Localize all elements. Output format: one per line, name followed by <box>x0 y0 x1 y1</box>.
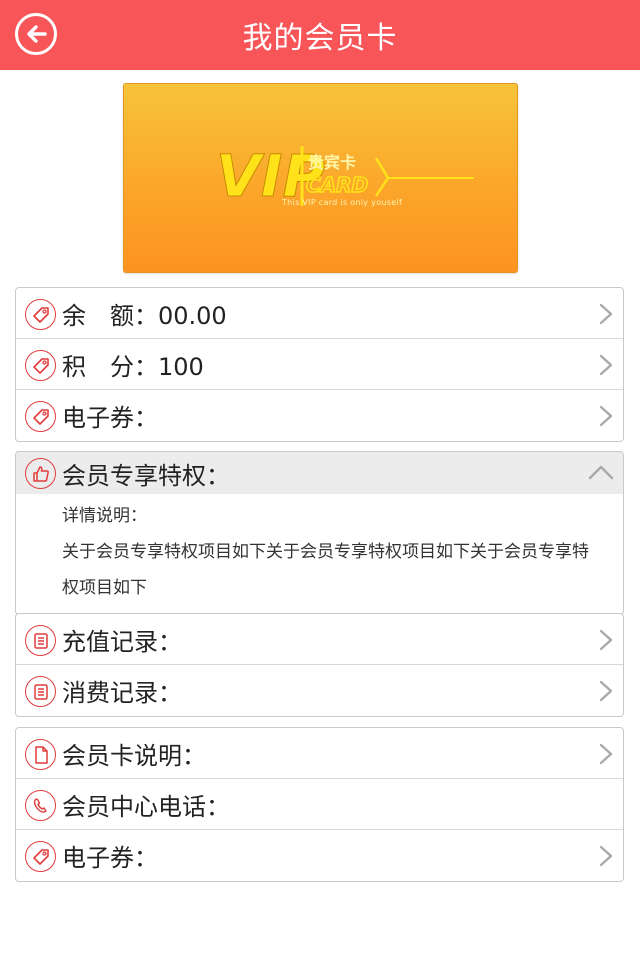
card-description-row[interactable]: 会员卡说明： <box>16 728 623 779</box>
chevron-right-icon <box>599 354 613 376</box>
chevron-right-icon <box>599 743 613 765</box>
privileges-details: 详情说明： 关于会员专享特权项目如下关于会员专享特权项目如下关于会员专享特权项目… <box>16 494 623 614</box>
member-phone-label: 会员中心电话： <box>62 792 230 821</box>
tag-icon <box>25 401 56 432</box>
phone-icon <box>25 790 56 821</box>
page-title: 我的会员卡 <box>242 21 398 56</box>
back-arrow-icon <box>27 25 47 43</box>
vip-card-caption: This VIP card is only youself <box>282 198 403 207</box>
details-label: 详情说明： <box>62 506 147 526</box>
info-coupon-row[interactable]: 电子券： <box>16 830 623 881</box>
details-text: 关于会员专享特权项目如下关于会员专享特权项目如下关于会员专享特权项目如下 <box>62 542 589 598</box>
account-group: 余 额：00.00 积 分：100 电子券： <box>15 287 624 442</box>
vip-badge-text: 贵宾卡 <box>308 153 356 172</box>
card-description-label: 会员卡说明： <box>62 741 206 770</box>
privileges-header[interactable]: 会员专享特权： <box>16 452 623 494</box>
privileges-title: 会员专享特权： <box>62 461 230 490</box>
top-bar: 我的会员卡 <box>0 0 640 70</box>
coupon-row[interactable]: 电子券： <box>16 390 623 441</box>
recharge-records-row[interactable]: 充值记录： <box>16 614 623 665</box>
points-label: 积 分：100 <box>62 352 204 381</box>
list-icon <box>25 625 56 656</box>
balance-row[interactable]: 余 额：00.00 <box>16 288 623 339</box>
list-icon <box>25 676 56 707</box>
chevron-right-icon <box>599 680 613 702</box>
vip-card-word: CARD <box>306 173 368 197</box>
document-icon <box>25 739 56 770</box>
chevron-right-icon <box>599 405 613 427</box>
tag-icon <box>25 350 56 381</box>
chevron-right-icon <box>599 303 613 325</box>
back-button[interactable] <box>15 13 57 55</box>
member-phone-row[interactable]: 会员中心电话： <box>16 779 623 830</box>
tag-icon <box>25 841 56 872</box>
thumbs-up-icon <box>25 458 56 489</box>
spending-records-row[interactable]: 消费记录： <box>16 665 623 716</box>
chevron-right-icon <box>599 845 613 867</box>
records-group: 充值记录： 消费记录： <box>15 613 624 717</box>
coupon-label: 电子券： <box>62 404 158 432</box>
chevron-right-icon <box>599 629 613 651</box>
recharge-records-label: 充值记录： <box>62 627 182 656</box>
tag-icon <box>25 299 56 330</box>
balance-label: 余 额：00.00 <box>62 301 227 330</box>
chevron-up-icon[interactable] <box>588 464 614 480</box>
vip-card-image: VIP 贵宾卡 CARD This VIP card is only youse… <box>123 83 518 273</box>
points-row[interactable]: 积 分：100 <box>16 339 623 390</box>
privileges-group: 会员专享特权： 详情说明： 关于会员专享特权项目如下关于会员专享特权项目如下关于… <box>15 451 624 615</box>
info-group: 会员卡说明： 会员中心电话： 电子券： <box>15 727 624 882</box>
info-coupon-label: 电子券： <box>62 844 158 872</box>
spending-records-label: 消费记录： <box>62 679 182 707</box>
